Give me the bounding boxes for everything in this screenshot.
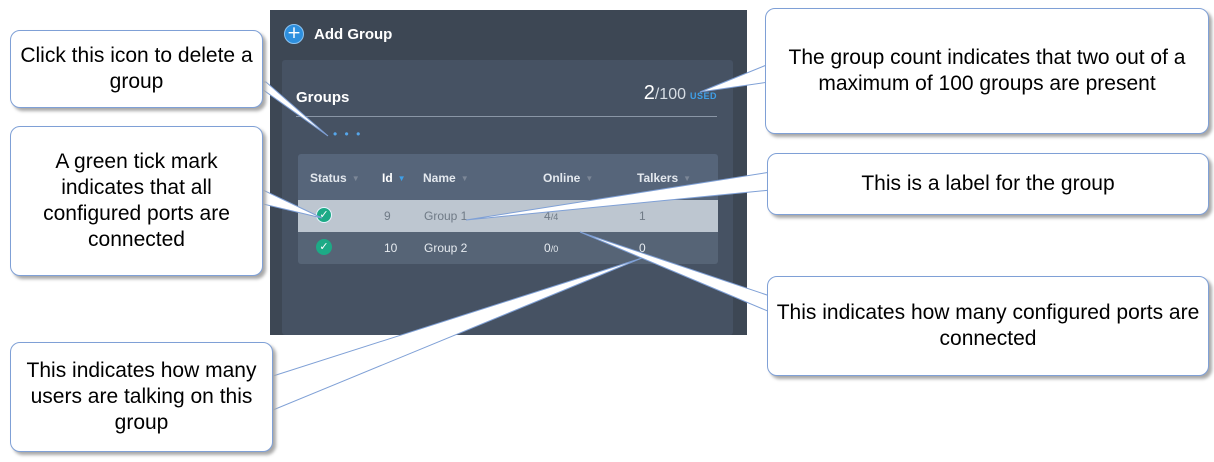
groups-card: Groups 2 /100 USED • • • Status ▼ Id ▼ N… xyxy=(282,60,733,335)
row-talkers: 0 xyxy=(639,241,646,255)
plus-circle-icon: + xyxy=(284,24,304,44)
sort-caret-icon: ▼ xyxy=(351,173,360,183)
table-row[interactable]: ✓ 9 Group 1 4/4 1 xyxy=(298,200,718,232)
column-talkers[interactable]: Talkers ▼ xyxy=(637,171,691,185)
green-tick-icon: ✓ xyxy=(316,239,332,255)
callout-tick: A green tick mark indicates that all con… xyxy=(10,126,263,276)
green-tick-icon: ✓ xyxy=(316,207,332,223)
card-divider xyxy=(296,116,717,117)
sort-caret-icon: ▼ xyxy=(397,173,406,183)
row-name: Group 2 xyxy=(424,241,468,255)
callout-ports: This indicates how many configured ports… xyxy=(767,276,1209,376)
column-online-label: Online xyxy=(543,171,581,185)
column-status-label: Status xyxy=(310,171,347,185)
row-online-count: 0 xyxy=(544,241,551,255)
row-online-total: /0 xyxy=(550,244,559,254)
row-online-total: /4 xyxy=(550,212,559,222)
sort-caret-icon: ▼ xyxy=(683,173,692,183)
callout-count: The group count indicates that two out o… xyxy=(765,8,1209,134)
groups-panel: + Add Group Groups 2 /100 USED • • • Sta… xyxy=(270,10,747,335)
row-online: 0/0 xyxy=(544,241,558,255)
row-online: 4/4 xyxy=(544,209,558,223)
callout-talkers: This indicates how many users are talkin… xyxy=(10,342,273,452)
row-online-count: 4 xyxy=(544,209,551,223)
add-group-label: Add Group xyxy=(314,25,393,43)
column-id-label: Id xyxy=(382,171,393,185)
row-talkers: 1 xyxy=(639,209,646,223)
group-count-used: 2 xyxy=(643,82,655,104)
column-online[interactable]: Online ▼ xyxy=(543,171,593,185)
callout-label: This is a label for the group xyxy=(767,153,1209,215)
row-id: 10 xyxy=(384,241,398,255)
column-name[interactable]: Name ▼ xyxy=(423,171,469,185)
row-id: 9 xyxy=(384,209,391,223)
column-id[interactable]: Id ▼ xyxy=(382,171,406,185)
add-group-button[interactable]: + Add Group xyxy=(284,22,392,46)
column-name-label: Name xyxy=(423,171,456,185)
group-count: 2 /100 USED xyxy=(644,82,717,105)
callout-delete: Click this icon to delete a group xyxy=(10,30,263,108)
group-count-max: /100 xyxy=(654,86,686,103)
groups-table: Status ▼ Id ▼ Name ▼ Online ▼ Talkers ▼ … xyxy=(298,154,718,264)
sort-caret-icon: ▼ xyxy=(585,173,594,183)
column-status[interactable]: Status ▼ xyxy=(310,171,360,185)
table-row[interactable]: ✓ 10 Group 2 0/0 0 xyxy=(298,232,718,264)
sort-caret-icon: ▼ xyxy=(460,173,469,183)
group-count-tag: USED xyxy=(689,91,717,101)
more-options-icon[interactable]: • • • xyxy=(333,128,362,140)
column-talkers-label: Talkers xyxy=(637,171,679,185)
table-header: Status ▼ Id ▼ Name ▼ Online ▼ Talkers ▼ xyxy=(298,154,718,200)
row-name: Group 1 xyxy=(424,209,468,223)
card-title: Groups xyxy=(296,89,350,106)
